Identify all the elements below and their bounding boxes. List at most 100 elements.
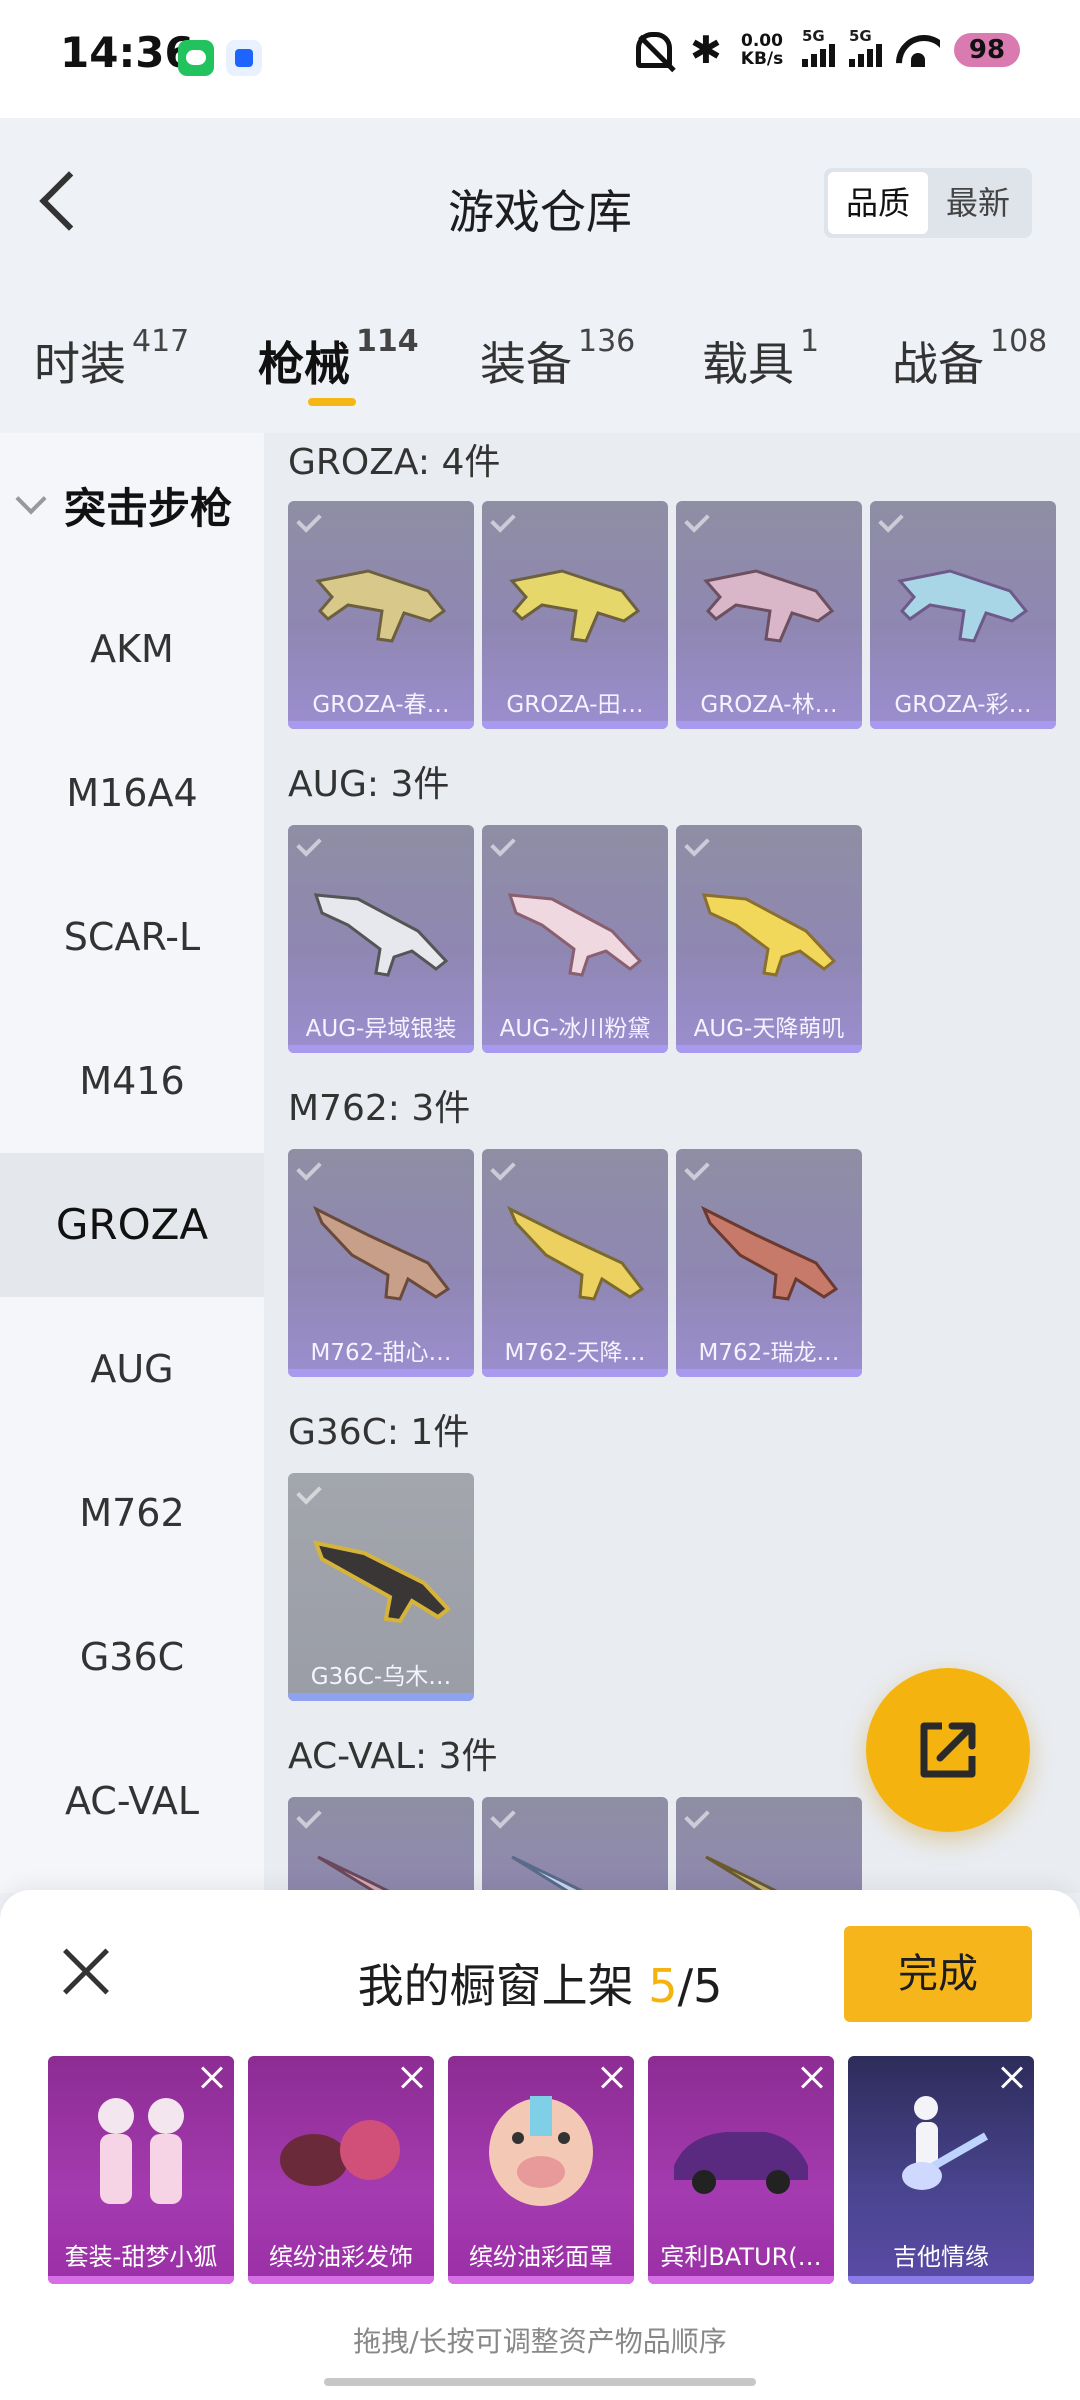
sidebar-item-aug[interactable]: AUG [0, 1297, 264, 1441]
sidebar-item-ac-val[interactable]: AC-VAL [0, 1729, 264, 1873]
check-icon [682, 507, 708, 533]
check-icon [488, 831, 514, 857]
car-icon [674, 2132, 808, 2194]
tab-supplies[interactable]: 战备 108 [892, 324, 1047, 394]
skin-card[interactable] [676, 1797, 862, 1893]
sidebar-item-g36c[interactable]: G36C [0, 1585, 264, 1729]
wifi-icon [896, 33, 940, 67]
share-fab-button[interactable] [866, 1668, 1030, 1832]
bluetooth-icon [686, 28, 722, 72]
rarity-bar [482, 1369, 668, 1377]
showcase-item[interactable]: 宾利BATUR(… [648, 2056, 834, 2284]
skin-card[interactable]: M762-瑞龙… [676, 1149, 862, 1377]
skin-name: GROZA-彩… [894, 692, 1032, 718]
sidebar-group-label: 突击步枪 [64, 483, 233, 533]
tab-count: 1 [800, 324, 820, 359]
sidebar-item-m16a4[interactable]: M16A4 [0, 721, 264, 865]
rifle-icon [507, 893, 643, 977]
showcase-panel: 我的橱窗上架 5/5 完成 套装-甜梦小狐 缤纷油彩发饰 缤纷油彩面罩 宾利BA… [0, 1890, 1080, 2400]
skin-card[interactable]: AUG-天降萌叽 [676, 825, 862, 1053]
skin-card[interactable]: GROZA-彩… [870, 501, 1056, 729]
skin-card[interactable]: AUG-异域银装 [288, 825, 474, 1053]
tab-label: 枪械 [258, 337, 350, 391]
showcase-item[interactable]: 套装-甜梦小狐 [48, 2056, 234, 2284]
showcase-item-name: 吉他情缘 [893, 2243, 989, 2271]
check-icon [488, 507, 514, 533]
rarity-bar [288, 1369, 474, 1377]
header: 游戏仓库 品质 最新 [0, 118, 1080, 288]
rifle-icon [313, 1205, 451, 1301]
check-icon [294, 507, 320, 533]
showcase-item[interactable]: 缤纷油彩面罩 [448, 2056, 634, 2284]
rifle-icon [511, 1855, 590, 1893]
tab-fashion[interactable]: 时装 417 [34, 324, 189, 394]
skin-card[interactable]: GROZA-田… [482, 501, 668, 729]
sort-toggle: 品质 最新 [824, 168, 1032, 238]
showcase-item-name: 缤纷油彩面罩 [469, 2243, 613, 2271]
showcase-title-text: 我的橱窗上架 [357, 1959, 634, 2013]
done-button[interactable]: 完成 [844, 1926, 1032, 2022]
check-icon [294, 1803, 320, 1829]
share-icon [920, 1722, 976, 1778]
rarity-bar [648, 2276, 834, 2284]
skin-card[interactable] [482, 1797, 668, 1893]
check-icon [488, 1155, 514, 1181]
showcase-item-name: 套装-甜梦小狐 [64, 2243, 218, 2271]
tab-vehicles[interactable]: 载具 1 [702, 324, 819, 394]
guitar-icon [902, 2096, 988, 2190]
sort-newest-button[interactable]: 最新 [928, 172, 1028, 234]
rifle-icon [701, 893, 837, 977]
rifle-icon [509, 569, 641, 643]
skin-card[interactable]: GROZA-春… [288, 501, 474, 729]
sidebar-item-akm[interactable]: AKM [0, 577, 264, 721]
active-tab-indicator [308, 398, 356, 406]
mask-icon [489, 2096, 593, 2206]
rifle-icon [313, 893, 449, 977]
rifle-icon [315, 569, 447, 643]
signal-label: 5G [802, 27, 825, 45]
status-time: 14:36 [60, 28, 194, 77]
skin-card[interactable]: GROZA-林… [676, 501, 862, 729]
tab-count: 417 [132, 324, 190, 359]
signal-icon: 5G [802, 27, 835, 67]
outfit-icon [98, 2098, 184, 2204]
sidebar-item-m416[interactable]: M416 [0, 1009, 264, 1153]
rarity-bar [870, 721, 1056, 729]
home-indicator[interactable] [324, 2378, 756, 2386]
tab-equipment[interactable]: 装备 136 [480, 324, 635, 394]
showcase-total-count: 5 [693, 1959, 723, 2013]
reorder-hint: 拖拽/长按可调整资产物品顺序 [353, 2325, 727, 2358]
skin-card[interactable]: G36C-乌木… [288, 1473, 474, 1701]
tab-label: 战备 [892, 337, 984, 391]
sidebar-item-m762[interactable]: M762 [0, 1441, 264, 1585]
check-icon [876, 507, 902, 533]
showcase-item[interactable]: 吉他情缘 [848, 2056, 1034, 2284]
app-icon [226, 40, 262, 76]
group-title-g36c: G36C: 1件 [288, 1412, 470, 1453]
showcase-item[interactable]: 缤纷油彩发饰 [248, 2056, 434, 2284]
sort-quality-button[interactable]: 品质 [828, 172, 928, 234]
showcase-separator: / [677, 1959, 694, 2013]
group-title-aug: AUG: 3件 [288, 764, 450, 805]
skin-card[interactable]: AUG-冰川粉黛 [482, 825, 668, 1053]
skin-name: AUG-异域银装 [305, 1016, 457, 1042]
check-icon [682, 1155, 708, 1181]
skin-card[interactable] [288, 1797, 474, 1893]
tab-label: 载具 [702, 337, 794, 391]
skin-name: GROZA-林… [700, 692, 838, 718]
rarity-bar [676, 1369, 862, 1377]
rifle-icon [701, 1205, 839, 1301]
tab-guns[interactable]: 枪械 114 [258, 324, 419, 394]
sidebar-item-groza[interactable]: GROZA [0, 1153, 264, 1297]
group-title-m762: M762: 3件 [288, 1088, 471, 1129]
rarity-bar [288, 721, 474, 729]
skin-card[interactable]: M762-甜心… [288, 1149, 474, 1377]
rarity-bar [248, 2276, 434, 2284]
skin-card[interactable]: M762-天降… [482, 1149, 668, 1377]
rarity-bar [482, 721, 668, 729]
sidebar-group-assault-rifles[interactable]: 突击步枪 [0, 433, 264, 577]
rarity-bar [288, 1693, 474, 1701]
sidebar-item-scar-l[interactable]: SCAR-L [0, 865, 264, 1009]
rifle-icon [507, 1205, 645, 1301]
tab-label: 时装 [34, 337, 126, 391]
